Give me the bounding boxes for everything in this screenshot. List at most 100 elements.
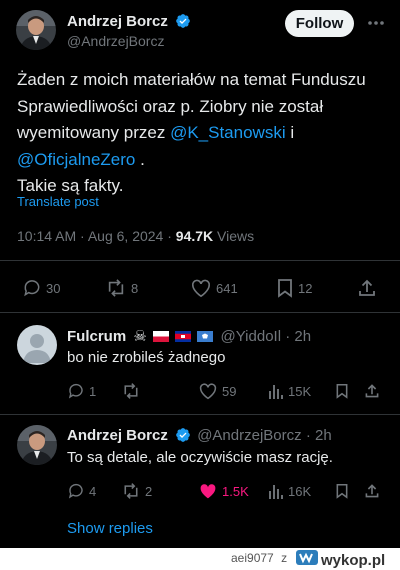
follow-button[interactable]: Follow (285, 10, 354, 37)
meta-dot: · (285, 328, 295, 345)
show-replies-link[interactable]: Show replies (67, 520, 153, 537)
like-count: 641 (216, 280, 238, 296)
reply-text: bo nie zrobileś żadnego (67, 349, 226, 366)
repost-action[interactable] (121, 382, 145, 400)
footer-separator: z (281, 551, 288, 565)
mention-link[interactable]: @K_Stanowski (170, 123, 286, 142)
views-action[interactable]: 15K (268, 382, 311, 400)
reply-icon (67, 382, 85, 400)
share-action[interactable] (364, 382, 380, 400)
translate-post-link[interactable]: Translate post (17, 194, 99, 209)
meta-dot: · (305, 427, 315, 444)
share-action[interactable] (357, 278, 377, 298)
like-action[interactable]: 1.5K (198, 482, 249, 500)
reply-time[interactable]: 2h (294, 328, 311, 345)
share-icon (357, 278, 377, 298)
post-date[interactable]: Aug 6, 2024 (88, 228, 164, 244)
bookmark-action[interactable] (335, 382, 349, 400)
reply-action[interactable]: 4 (67, 482, 96, 500)
screenshot-frame: Andrzej Borcz @AndrzejBorcz Follow Żaden… (0, 0, 400, 548)
author-name[interactable]: Andrzej Borcz (67, 13, 168, 30)
watermark-footer: aei9077 z wykop.pl (0, 548, 400, 569)
bookmark-icon (276, 278, 294, 298)
wykop-logo[interactable]: wykop.pl (296, 550, 385, 570)
bookmark-icon (335, 382, 349, 400)
author-handle[interactable]: @AndrzejBorcz (67, 33, 164, 49)
bookmark-action[interactable]: 12 (276, 278, 312, 298)
like-count: 1.5K (222, 483, 249, 499)
reply-count: 1 (89, 383, 97, 399)
reply-avatar[interactable] (17, 425, 57, 465)
reply-icon (67, 482, 85, 500)
reply-action[interactable]: 30 (22, 278, 60, 298)
author-avatar[interactable] (16, 10, 56, 50)
bookmark-icon (335, 482, 349, 500)
repost-icon (121, 382, 141, 400)
post-meta: 10:14 AM · Aug 6, 2024 · 94.7K Views (17, 228, 254, 244)
antarctica-flag-icon (197, 329, 214, 342)
share-action[interactable] (364, 482, 380, 500)
views-count: 15K (288, 383, 312, 399)
views-count: 94.7K (175, 228, 214, 244)
reply-action[interactable]: 1 (67, 382, 96, 400)
repost-count: 2 (145, 483, 153, 499)
post-text-line: wyemitowany przez @K_Stanowski i (17, 120, 366, 147)
reply-handle[interactable]: @AndrzejBorcz (197, 427, 301, 444)
footer-credit: aei9077 z (231, 551, 287, 565)
verified-badge-icon (175, 427, 191, 447)
post-text-segment: i (285, 123, 295, 142)
bookmark-action[interactable] (335, 482, 349, 500)
like-action[interactable]: 641 (190, 278, 238, 298)
post-text-segment: wyemitowany przez (17, 123, 171, 142)
repost-action[interactable]: 2 (121, 482, 152, 500)
footer-username[interactable]: aei9077 (231, 551, 274, 565)
reply-header: Andrzej Borcz @AndrzejBorcz · 2h (67, 427, 332, 447)
divider (0, 414, 400, 415)
cambodia-flag-icon (175, 329, 192, 342)
post-text-line: Sprawiedliwości oraz p. Ziobry nie zosta… (17, 96, 324, 116)
repost-icon (105, 278, 127, 298)
reply-icon (22, 278, 42, 298)
views-label: Views (217, 228, 255, 244)
repost-count: 8 (131, 280, 139, 296)
meta-dot: · (167, 228, 176, 244)
analytics-icon (268, 382, 284, 400)
like-action[interactable]: 59 (198, 382, 236, 400)
reply-count: 4 (89, 483, 97, 499)
analytics-icon (268, 482, 284, 500)
repost-icon (121, 482, 141, 500)
views-action[interactable]: 16K (268, 482, 311, 500)
views-count: 16K (288, 483, 312, 499)
heart-icon (198, 382, 218, 400)
reply-count: 30 (46, 280, 61, 296)
divider (0, 260, 400, 261)
wykop-logo-text: wykop.pl (321, 551, 386, 569)
reply-header: Fulcrum ☠ @YiddoIl · 2h (67, 327, 311, 345)
share-icon (364, 382, 380, 400)
verified-badge-icon (175, 13, 191, 33)
skull-emoji-icon: ☠ (133, 328, 147, 345)
share-icon (364, 482, 380, 500)
reply-author-name[interactable]: Fulcrum (67, 328, 126, 345)
post-time[interactable]: 10:14 AM (17, 228, 76, 244)
reply-author-name[interactable]: Andrzej Borcz (67, 427, 168, 444)
reply-avatar[interactable] (17, 325, 57, 365)
reply-text: To są detale, ale oczywiście masz rację. (67, 449, 333, 466)
reply-handle[interactable]: @YiddoIl (221, 328, 282, 345)
divider (0, 312, 400, 313)
heart-icon (190, 278, 212, 298)
like-count: 59 (222, 383, 237, 399)
post-text-segment: . (135, 149, 145, 169)
meta-dot: · (80, 228, 88, 244)
heart-filled-icon (198, 482, 218, 500)
mention-link[interactable]: @OficjalneZero (17, 150, 135, 169)
poland-flag-icon (152, 329, 169, 342)
wykop-logo-icon (296, 550, 318, 570)
post-text-line: Żaden z moich materiałów na temat Fundus… (17, 70, 366, 89)
repost-action[interactable]: 8 (105, 278, 138, 298)
reply-time[interactable]: 2h (315, 427, 332, 444)
post-text: Żaden z moich materiałów na temat Fundus… (17, 67, 366, 200)
bookmark-count: 12 (298, 280, 313, 296)
more-options-icon[interactable] (366, 13, 386, 33)
post-text-line: @OficjalneZero . (17, 147, 366, 174)
